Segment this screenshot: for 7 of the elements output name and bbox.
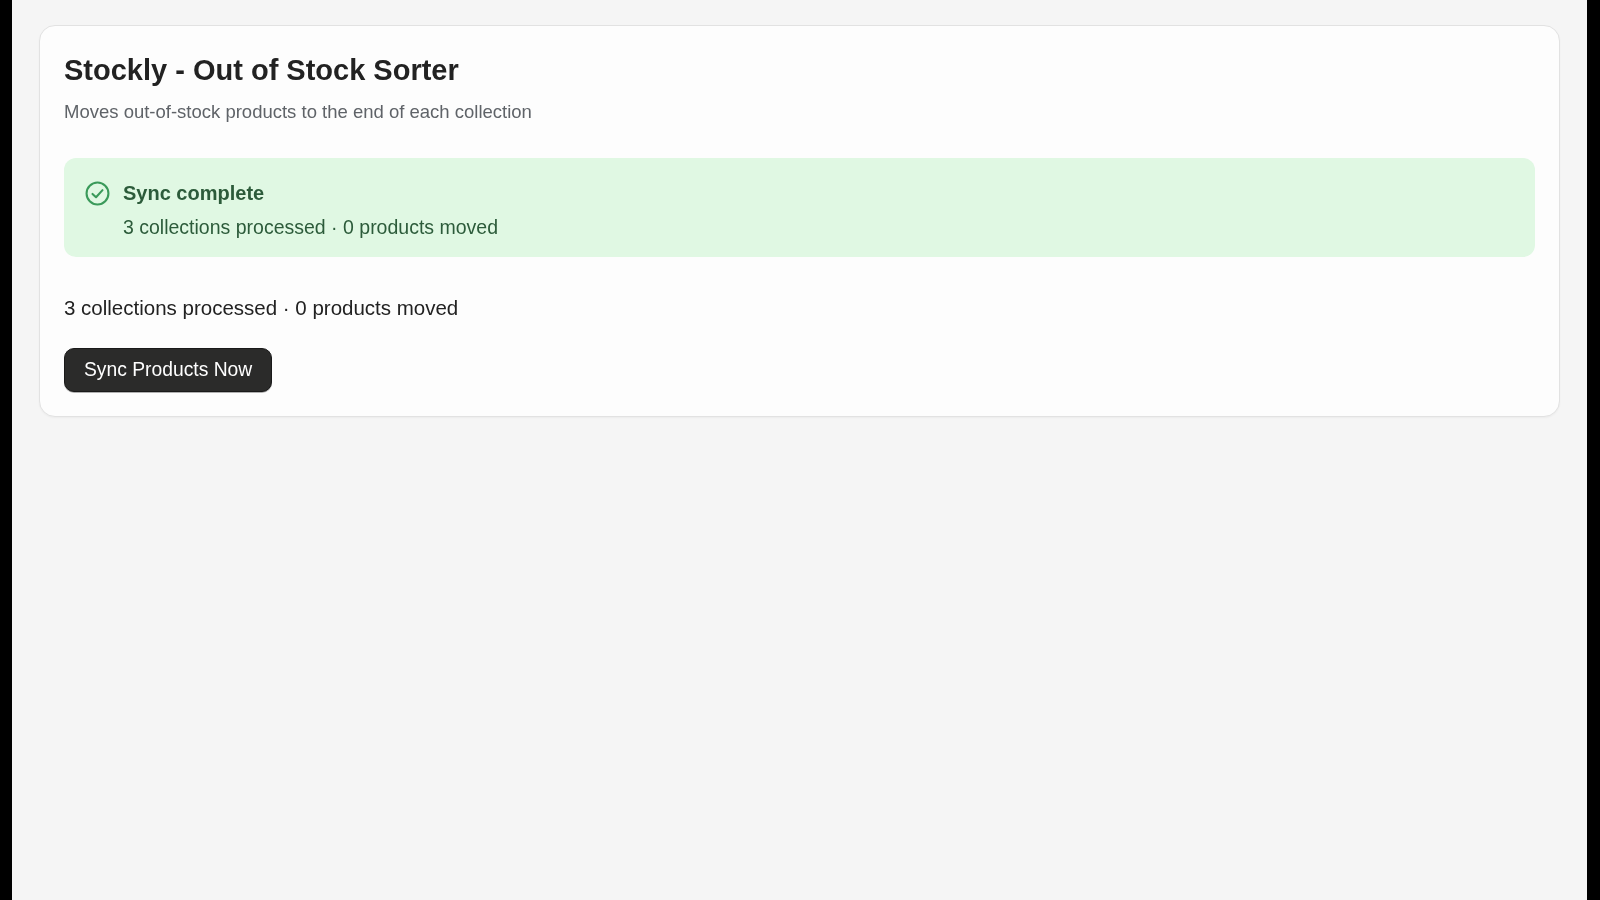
app-title: Stockly - Out of Stock Sorter [64, 53, 460, 88]
app-subtitle: Moves out-of-stock products to the end of each collection [64, 100, 533, 124]
banner-title: Sync complete [123, 181, 266, 205]
sync-summary: 3 collections processed · 0 products moved [64, 295, 460, 321]
banner-message: 3 collections processed · 0 products moved [123, 215, 499, 239]
sync-button[interactable]: Sync Products Now [64, 348, 273, 392]
check-circle-icon [85, 181, 110, 206]
